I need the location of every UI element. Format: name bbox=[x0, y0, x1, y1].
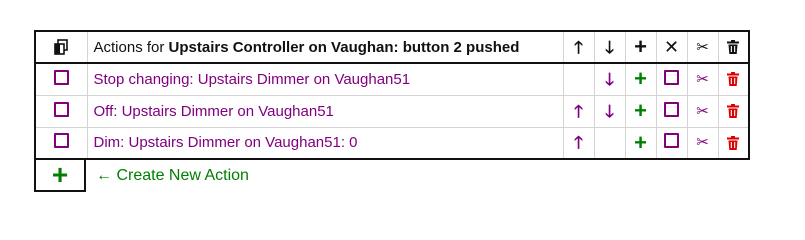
trash-icon[interactable] bbox=[719, 96, 749, 126]
action-label[interactable]: Stop changing: Upstairs Dimmer on Vaugha… bbox=[86, 62, 564, 96]
header-move-up[interactable]: 🡑 bbox=[562, 30, 595, 64]
create-action-row: + ← Create New Action bbox=[34, 160, 750, 192]
cut-cell[interactable]: ✂ bbox=[686, 126, 719, 160]
table-title: Actions for Upstairs Controller on Vaugh… bbox=[86, 30, 564, 64]
checkbox-icon[interactable] bbox=[664, 133, 679, 149]
plus-icon[interactable]: + bbox=[626, 64, 656, 94]
select-cell[interactable] bbox=[655, 62, 688, 96]
table-row: Dim: Upstairs Dimmer on Vaughan51: 0 🡑 +… bbox=[34, 126, 750, 160]
actions-panel: Actions for Upstairs Controller on Vaugh… bbox=[34, 30, 750, 192]
create-new-action-link[interactable]: ← Create New Action bbox=[96, 167, 249, 185]
arrow-down-icon[interactable]: 🡓 bbox=[595, 64, 625, 94]
header-delete[interactable] bbox=[717, 30, 750, 64]
add-cell[interactable]: + bbox=[624, 126, 657, 160]
checkbox-icon[interactable] bbox=[664, 101, 679, 117]
move-up-cell[interactable]: 🡑 bbox=[562, 126, 595, 160]
copy-all-cell[interactable] bbox=[34, 30, 88, 64]
arrow-down-icon[interactable]: 🡓 bbox=[595, 96, 625, 126]
actions-table: Actions for Upstairs Controller on Vaugh… bbox=[34, 30, 750, 160]
action-label[interactable]: Off: Upstairs Dimmer on Vaughan51 bbox=[86, 94, 564, 128]
row-select-cell[interactable] bbox=[34, 126, 88, 160]
scissors-icon[interactable]: ✂ bbox=[688, 96, 718, 126]
trash-icon[interactable] bbox=[719, 64, 749, 94]
table-header-row: Actions for Upstairs Controller on Vaugh… bbox=[34, 30, 750, 64]
add-action-button[interactable]: + bbox=[34, 160, 86, 192]
delete-cell[interactable] bbox=[717, 126, 750, 160]
action-label[interactable]: Dim: Upstairs Dimmer on Vaughan51: 0 bbox=[86, 126, 564, 160]
move-down-cell[interactable]: 🡓 bbox=[593, 94, 626, 128]
scissors-icon[interactable]: ✂ bbox=[688, 32, 718, 62]
move-up-cell[interactable]: 🡑 bbox=[562, 94, 595, 128]
table-row: Off: Upstairs Dimmer on Vaughan51 🡑 🡓 + … bbox=[34, 94, 750, 128]
header-cut[interactable]: ✂ bbox=[686, 30, 719, 64]
header-move-down[interactable]: 🡓 bbox=[593, 30, 626, 64]
scissors-icon[interactable]: ✂ bbox=[688, 128, 718, 158]
title-prefix: Actions for bbox=[93, 38, 169, 56]
plus-icon[interactable]: + bbox=[626, 128, 656, 158]
arrow-up-icon[interactable]: 🡑 bbox=[564, 96, 594, 126]
plus-icon[interactable]: + bbox=[626, 32, 656, 62]
select-checkbox[interactable] bbox=[53, 133, 69, 149]
add-cell[interactable]: + bbox=[624, 94, 657, 128]
arrow-up-icon[interactable]: 🡑 bbox=[564, 32, 594, 62]
select-checkbox[interactable] bbox=[53, 69, 69, 85]
select-cell[interactable] bbox=[655, 126, 688, 160]
arrow-down-icon[interactable]: 🡓 bbox=[595, 32, 625, 62]
header-add[interactable]: + bbox=[624, 30, 657, 64]
trash-icon[interactable] bbox=[719, 128, 749, 158]
select-checkbox[interactable] bbox=[53, 101, 69, 117]
add-cell[interactable]: + bbox=[624, 62, 657, 96]
plus-icon[interactable]: + bbox=[626, 96, 656, 126]
row-select-cell[interactable] bbox=[34, 94, 88, 128]
plus-icon[interactable]: + bbox=[52, 161, 68, 189]
cut-cell[interactable]: ✂ bbox=[686, 62, 719, 96]
checkbox-icon[interactable] bbox=[664, 69, 679, 85]
trash-icon[interactable] bbox=[719, 32, 749, 62]
x-icon[interactable]: ✕ bbox=[657, 32, 687, 62]
move-down-cell[interactable]: 🡓 bbox=[593, 62, 626, 96]
table-row: Stop changing: Upstairs Dimmer on Vaugha… bbox=[34, 62, 750, 96]
copy-icon[interactable] bbox=[36, 32, 87, 62]
delete-cell[interactable] bbox=[717, 94, 750, 128]
select-cell[interactable] bbox=[655, 94, 688, 128]
move-up-cell-empty bbox=[562, 62, 595, 96]
arrow-up-icon[interactable]: 🡑 bbox=[564, 128, 594, 158]
delete-cell[interactable] bbox=[717, 62, 750, 96]
move-down-cell-empty bbox=[593, 126, 626, 160]
header-deselect[interactable]: ✕ bbox=[655, 30, 688, 64]
scissors-icon[interactable]: ✂ bbox=[688, 64, 718, 94]
cut-cell[interactable]: ✂ bbox=[686, 94, 719, 128]
title-subject: Upstairs Controller on Vaughan: button 2… bbox=[168, 38, 520, 56]
row-select-cell[interactable] bbox=[34, 62, 88, 96]
